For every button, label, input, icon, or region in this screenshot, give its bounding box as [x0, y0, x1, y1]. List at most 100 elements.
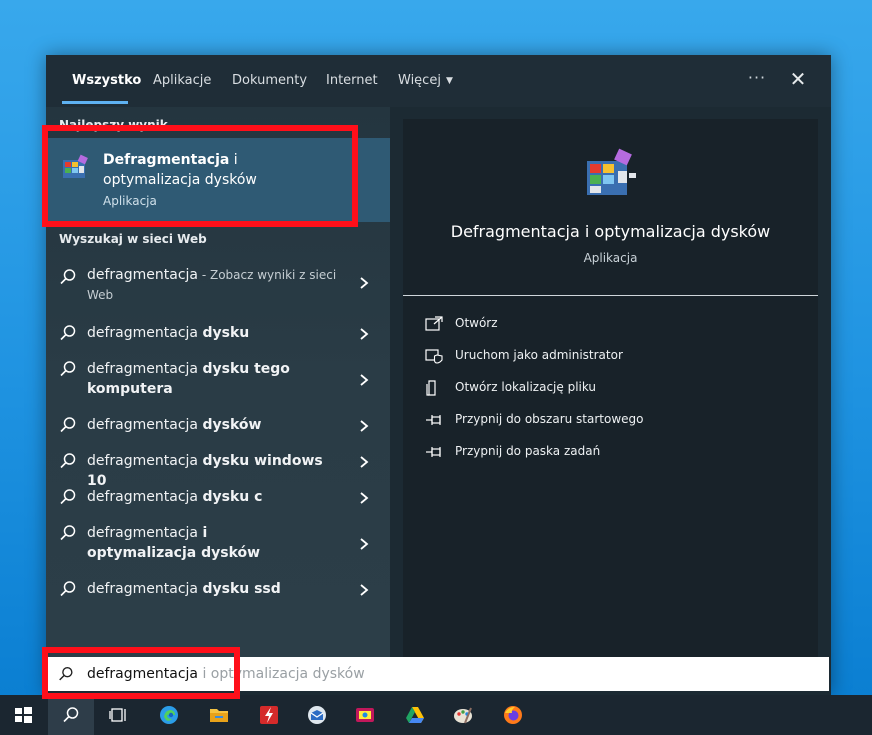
best-match-title: Defragmentacja i optymalizacja dysków — [103, 150, 333, 190]
best-match-heading: Najlepszy wynik — [59, 118, 168, 132]
search-icon — [59, 667, 73, 681]
defrag-app-icon — [63, 154, 88, 178]
tab-more[interactable]: Więcej ▼ — [398, 73, 453, 88]
results-list: Najlepszy wynik Defragmentacja i optymal… — [46, 107, 390, 657]
search-icon — [60, 417, 76, 433]
web-result-item[interactable]: defragmentacja i optymalizacja dysków — [46, 519, 390, 569]
chevron-right-icon — [360, 374, 369, 386]
search-icon — [60, 525, 76, 541]
tab-apps[interactable]: Aplikacje — [153, 73, 211, 88]
start-search-panel: Wszystko Aplikacje Dokumenty Internet Wi… — [46, 55, 831, 695]
web-result-query: defragmentacja — [87, 581, 203, 597]
action-label: Przypnij do obszaru startowego — [455, 412, 644, 426]
preview-title: Defragmentacja i optymalizacja dysków — [450, 222, 771, 241]
google-drive-button[interactable] — [392, 695, 438, 735]
close-icon[interactable]: ✕ — [786, 67, 810, 91]
action-pin-to-taskbar[interactable]: Przypnij do paska zadań — [425, 443, 795, 463]
best-match-title-bold: Defragmentacja — [103, 152, 230, 168]
web-result-completion: dysku ssd — [202, 581, 281, 597]
mail-app-button[interactable] — [294, 695, 340, 735]
shield-icon — [425, 349, 443, 364]
best-match-subtitle: Aplikacja — [103, 194, 157, 208]
taskbar — [0, 695, 872, 735]
tab-bar: Wszystko Aplikacje Dokumenty Internet Wi… — [46, 55, 831, 107]
web-result-query: defragmentacja — [87, 489, 203, 505]
search-text: defragmentacja i optymalizacja dysków — [87, 666, 365, 682]
tab-all[interactable]: Wszystko — [72, 73, 141, 88]
firefox-button[interactable] — [490, 695, 536, 735]
chevron-right-icon — [360, 277, 369, 289]
media-icon — [356, 708, 374, 722]
web-result-text: defragmentacja i optymalizacja dysków — [87, 523, 312, 563]
media-app-button[interactable] — [342, 695, 388, 735]
flash-app-button[interactable] — [246, 695, 292, 735]
tab-more-label: Więcej — [398, 73, 441, 88]
windows-logo-icon — [15, 707, 32, 723]
web-result-text: defragmentacja dysków — [87, 415, 342, 435]
search-icon — [60, 361, 76, 377]
action-label: Otwórz — [455, 316, 498, 330]
chevron-right-icon — [360, 328, 369, 340]
file-location-icon — [426, 380, 436, 396]
open-icon — [425, 316, 443, 331]
search-icon — [63, 707, 79, 723]
action-label: Uruchom jako administrator — [455, 348, 623, 362]
web-result-item[interactable]: defragmentacja dysku — [46, 319, 390, 349]
web-result-completion: dysku c — [202, 489, 263, 505]
web-result-text: defragmentacja - Zobacz wyniki z sieci W… — [87, 265, 342, 305]
pin-icon — [426, 447, 441, 457]
web-result-text: defragmentacja dysku tego komputera — [87, 359, 307, 399]
web-result-item[interactable]: defragmentacja dysku windows 10 — [46, 447, 390, 489]
action-pin-to-start[interactable]: Przypnij do obszaru startowego — [425, 411, 795, 431]
web-result-query: defragmentacja — [87, 453, 203, 469]
preview-pane: Defragmentacja i optymalizacja dysków Ap… — [403, 119, 818, 657]
action-label: Przypnij do paska zadań — [455, 444, 601, 458]
defrag-app-icon — [587, 148, 636, 195]
web-result-completion: dysku — [202, 325, 250, 341]
paint-palette-icon — [454, 707, 472, 724]
tab-documents[interactable]: Dokumenty — [232, 73, 307, 88]
pin-icon — [426, 415, 441, 425]
web-result-query: defragmentacja — [87, 525, 203, 541]
web-result-item[interactable]: defragmentacja dysków — [46, 411, 390, 441]
search-icon — [60, 269, 76, 285]
chevron-right-icon — [360, 492, 369, 504]
preview-subtitle: Aplikacja — [583, 251, 638, 265]
chevron-right-icon — [360, 420, 369, 432]
web-result-query: defragmentacja — [87, 417, 203, 433]
web-result-item[interactable]: defragmentacja dysku ssd — [46, 575, 390, 605]
search-icon — [60, 325, 76, 341]
web-result-item[interactable]: defragmentacja - Zobacz wyniki z sieci W… — [46, 263, 390, 313]
mail-icon — [308, 706, 326, 724]
start-button[interactable] — [0, 695, 46, 735]
more-options-icon[interactable]: ··· — [746, 68, 768, 90]
paint-button[interactable] — [440, 695, 486, 735]
web-result-query: defragmentacja — [87, 325, 203, 341]
action-open[interactable]: Otwórz — [425, 315, 795, 335]
web-result-item[interactable]: defragmentacja dysku c — [46, 483, 390, 513]
tab-internet[interactable]: Internet — [326, 73, 378, 88]
action-run-as-admin[interactable]: Uruchom jako administrator — [425, 347, 795, 367]
chevron-right-icon — [360, 456, 369, 468]
web-result-completion: dysków — [202, 417, 262, 433]
web-search-heading: Wyszukaj w sieci Web — [59, 232, 207, 246]
flash-icon — [260, 706, 278, 724]
web-result-text: defragmentacja dysku — [87, 323, 342, 343]
web-result-item[interactable]: defragmentacja dysku tego komputera — [46, 355, 390, 405]
best-match-item[interactable]: Defragmentacja i optymalizacja dysków Ap… — [46, 138, 390, 222]
folder-icon — [210, 709, 228, 722]
file-explorer-button[interactable] — [196, 695, 242, 735]
task-view-button[interactable] — [96, 695, 142, 735]
edge-button[interactable] — [146, 695, 192, 735]
search-icon — [60, 489, 76, 505]
search-autocomplete-hint: i optymalizacja dysków — [198, 666, 365, 682]
web-result-text: defragmentacja dysku c — [87, 487, 342, 507]
search-typed-text: defragmentacja — [87, 666, 199, 682]
divider — [403, 295, 818, 296]
taskbar-search-button[interactable] — [48, 695, 94, 735]
search-input[interactable]: defragmentacja i optymalizacja dysków — [47, 657, 829, 691]
task-view-icon — [109, 708, 126, 722]
action-open-file-location[interactable]: Otwórz lokalizację pliku — [425, 379, 795, 399]
action-label: Otwórz lokalizację pliku — [455, 380, 597, 394]
google-drive-icon — [406, 707, 424, 723]
